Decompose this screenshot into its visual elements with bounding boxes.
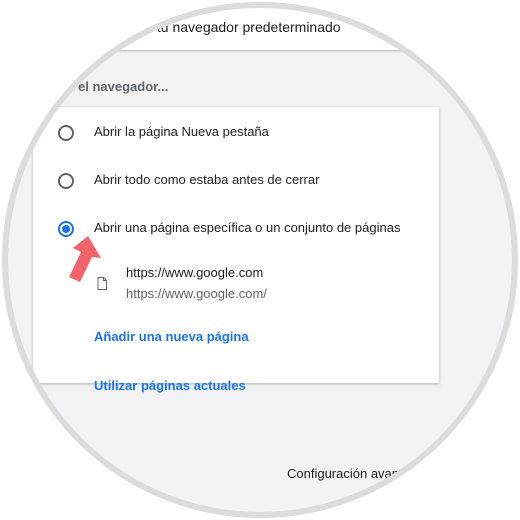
radio-button-continue[interactable] [58, 173, 74, 189]
radio-option-continue[interactable]: Abrir todo como estaba antes de cerrar [33, 162, 439, 202]
radio-label-specific-pages: Abrir una página específica o un conjunt… [94, 220, 401, 235]
magnifier-view: s tu navegador predeterminado el navegad… [0, 0, 520, 520]
default-browser-text: s tu navegador predeterminado [146, 19, 341, 35]
radio-option-new-tab[interactable]: Abrir la página Nueva pestaña [33, 114, 439, 154]
startup-page-url: https://www.google.com/ [126, 286, 267, 301]
pointer-arrow-icon [69, 236, 101, 282]
startup-page-title: https://www.google.com [126, 265, 264, 280]
settings-surface: s tu navegador predeterminado el navegad… [0, 0, 520, 520]
add-new-page-link[interactable]: Añadir una nueva página [94, 329, 249, 344]
radio-label-new-tab: Abrir la página Nueva pestaña [94, 124, 269, 139]
advanced-settings-label[interactable]: Configuración avan [287, 466, 399, 481]
default-browser-card: s tu navegador predeterminado [38, 0, 438, 50]
radio-label-continue: Abrir todo como estaba antes de cerrar [94, 172, 320, 187]
radio-button-new-tab[interactable] [58, 125, 74, 141]
startup-section-title: el navegador... [78, 79, 169, 94]
use-current-pages-link[interactable]: Utilizar páginas actuales [94, 378, 246, 393]
